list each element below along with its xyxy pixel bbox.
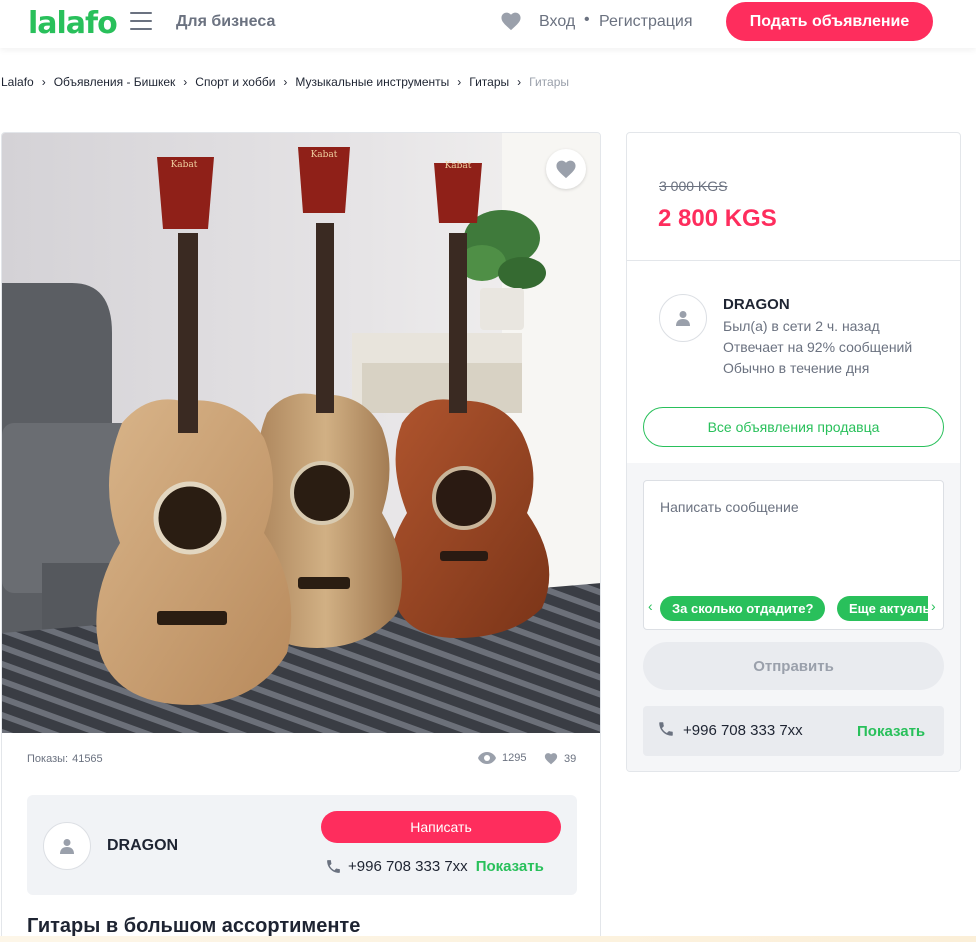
quick-reply-chip[interactable]: Еще актуально?	[837, 596, 928, 621]
seller-online-status: Был(а) в сети 2 ч. назад	[723, 318, 880, 334]
user-icon	[60, 839, 74, 854]
brand-label: Kabat	[445, 161, 472, 171]
favorites-heart-icon[interactable]	[500, 11, 522, 31]
ad-title: Гитары в большом ассортименте	[27, 915, 361, 937]
login-link[interactable]: Вход	[539, 13, 575, 31]
message-area: ‹ За сколько отдадите? Еще актуально? › …	[627, 463, 960, 771]
views-value: 1295	[502, 752, 527, 764]
phone-number: +996 708 333 7xx	[348, 858, 468, 875]
avatar[interactable]	[43, 822, 91, 870]
heart-icon	[544, 753, 558, 765]
old-price: 3 000 KGS	[659, 178, 728, 194]
likes-value: 39	[564, 752, 577, 765]
chevron-right-icon: ›	[41, 75, 46, 89]
post-ad-button[interactable]: Подать объявление	[726, 2, 933, 41]
all-seller-ads-button[interactable]: Все объявления продавца	[643, 407, 944, 447]
phone-number: +996 708 333 7xx	[683, 722, 803, 739]
chevron-left-icon[interactable]: ‹	[648, 598, 653, 614]
price-seller-card: 3 000 KGS 2 800 KGS DRAGON Был(а) в сети…	[626, 132, 961, 772]
burger-menu-icon[interactable]	[130, 12, 152, 30]
chevron-right-icon[interactable]: ›	[931, 598, 936, 614]
show-phone-link[interactable]: Показать	[476, 858, 544, 875]
views-counter: 1295	[478, 752, 526, 764]
ad-photo[interactable]: Kabat Kabat Kabat	[2, 133, 600, 733]
header-separator: •	[584, 11, 590, 28]
phone-row: +996 708 333 7xx Показать	[325, 858, 544, 875]
impressions-label: Показы:	[27, 753, 69, 765]
for-business-link[interactable]: Для бизнеса	[176, 13, 275, 31]
header: lalafo Для бизнеса Вход • Регистрация По…	[0, 0, 976, 48]
breadcrumb-item-lalafo[interactable]: Lalafo	[1, 75, 34, 89]
breadcrumb: Lalafo › Объявления - Бишкек › Спорт и х…	[1, 75, 569, 89]
breadcrumb-item-ads-bishkek[interactable]: Объявления - Бишкек	[54, 75, 176, 89]
write-message-button[interactable]: Написать	[321, 811, 561, 843]
price-section: 3 000 KGS 2 800 KGS	[627, 133, 960, 261]
impressions-count: Показы: 41565	[27, 753, 103, 765]
chevron-right-icon: ›	[517, 75, 522, 89]
guitars-photo-image: Kabat Kabat Kabat	[2, 133, 600, 733]
breadcrumb-item-guitars[interactable]: Гитары	[469, 75, 509, 89]
quick-replies: За сколько отдадите? Еще актуально?	[660, 481, 928, 629]
seller-name[interactable]: DRAGON	[107, 837, 178, 855]
phone-icon	[327, 860, 340, 873]
breadcrumb-item-music-instruments[interactable]: Музыкальные инструменты	[295, 75, 449, 89]
show-phone-link[interactable]: Показать	[857, 723, 925, 740]
chevron-right-icon: ›	[183, 75, 188, 89]
likes-counter: 39	[544, 752, 576, 765]
user-icon	[676, 311, 690, 326]
phone-icon	[659, 722, 673, 736]
breadcrumb-item-current: Гитары	[529, 75, 570, 89]
brand-label: Kabat	[311, 150, 338, 160]
brand-label: Kabat	[171, 160, 198, 170]
seller-contact-box: DRAGON Написать +996 708 333 7xx Показат…	[27, 795, 577, 895]
current-price: 2 800 KGS	[658, 205, 777, 232]
seller-reply-rate: Отвечает на 92% сообщений	[723, 339, 913, 355]
avatar[interactable]	[659, 294, 707, 342]
add-to-favorites-button[interactable]	[546, 149, 586, 189]
bottom-banner-strip	[0, 936, 976, 942]
eye-icon	[478, 752, 496, 764]
register-link[interactable]: Регистрация	[599, 13, 693, 31]
breadcrumb-item-sport-hobby[interactable]: Спорт и хобби	[195, 75, 275, 89]
send-message-button[interactable]: Отправить	[643, 642, 944, 690]
ad-main-card: Kabat Kabat Kabat Показы: 41565 1295 39 …	[1, 132, 601, 942]
lalafo-logo[interactable]: lalafo	[28, 6, 118, 41]
quick-reply-chip[interactable]: За сколько отдадите?	[660, 596, 826, 621]
message-box: ‹ За сколько отдадите? Еще актуально? ›	[643, 480, 944, 630]
seller-reply-time: Обычно в течение дня	[723, 360, 870, 376]
chevron-right-icon: ›	[283, 75, 288, 89]
chevron-right-icon: ›	[457, 75, 462, 89]
seller-name[interactable]: DRAGON	[723, 296, 790, 313]
impressions-value: 41565	[72, 753, 103, 765]
heart-icon	[556, 160, 576, 179]
phone-row: +996 708 333 7xx Показать	[643, 706, 944, 756]
